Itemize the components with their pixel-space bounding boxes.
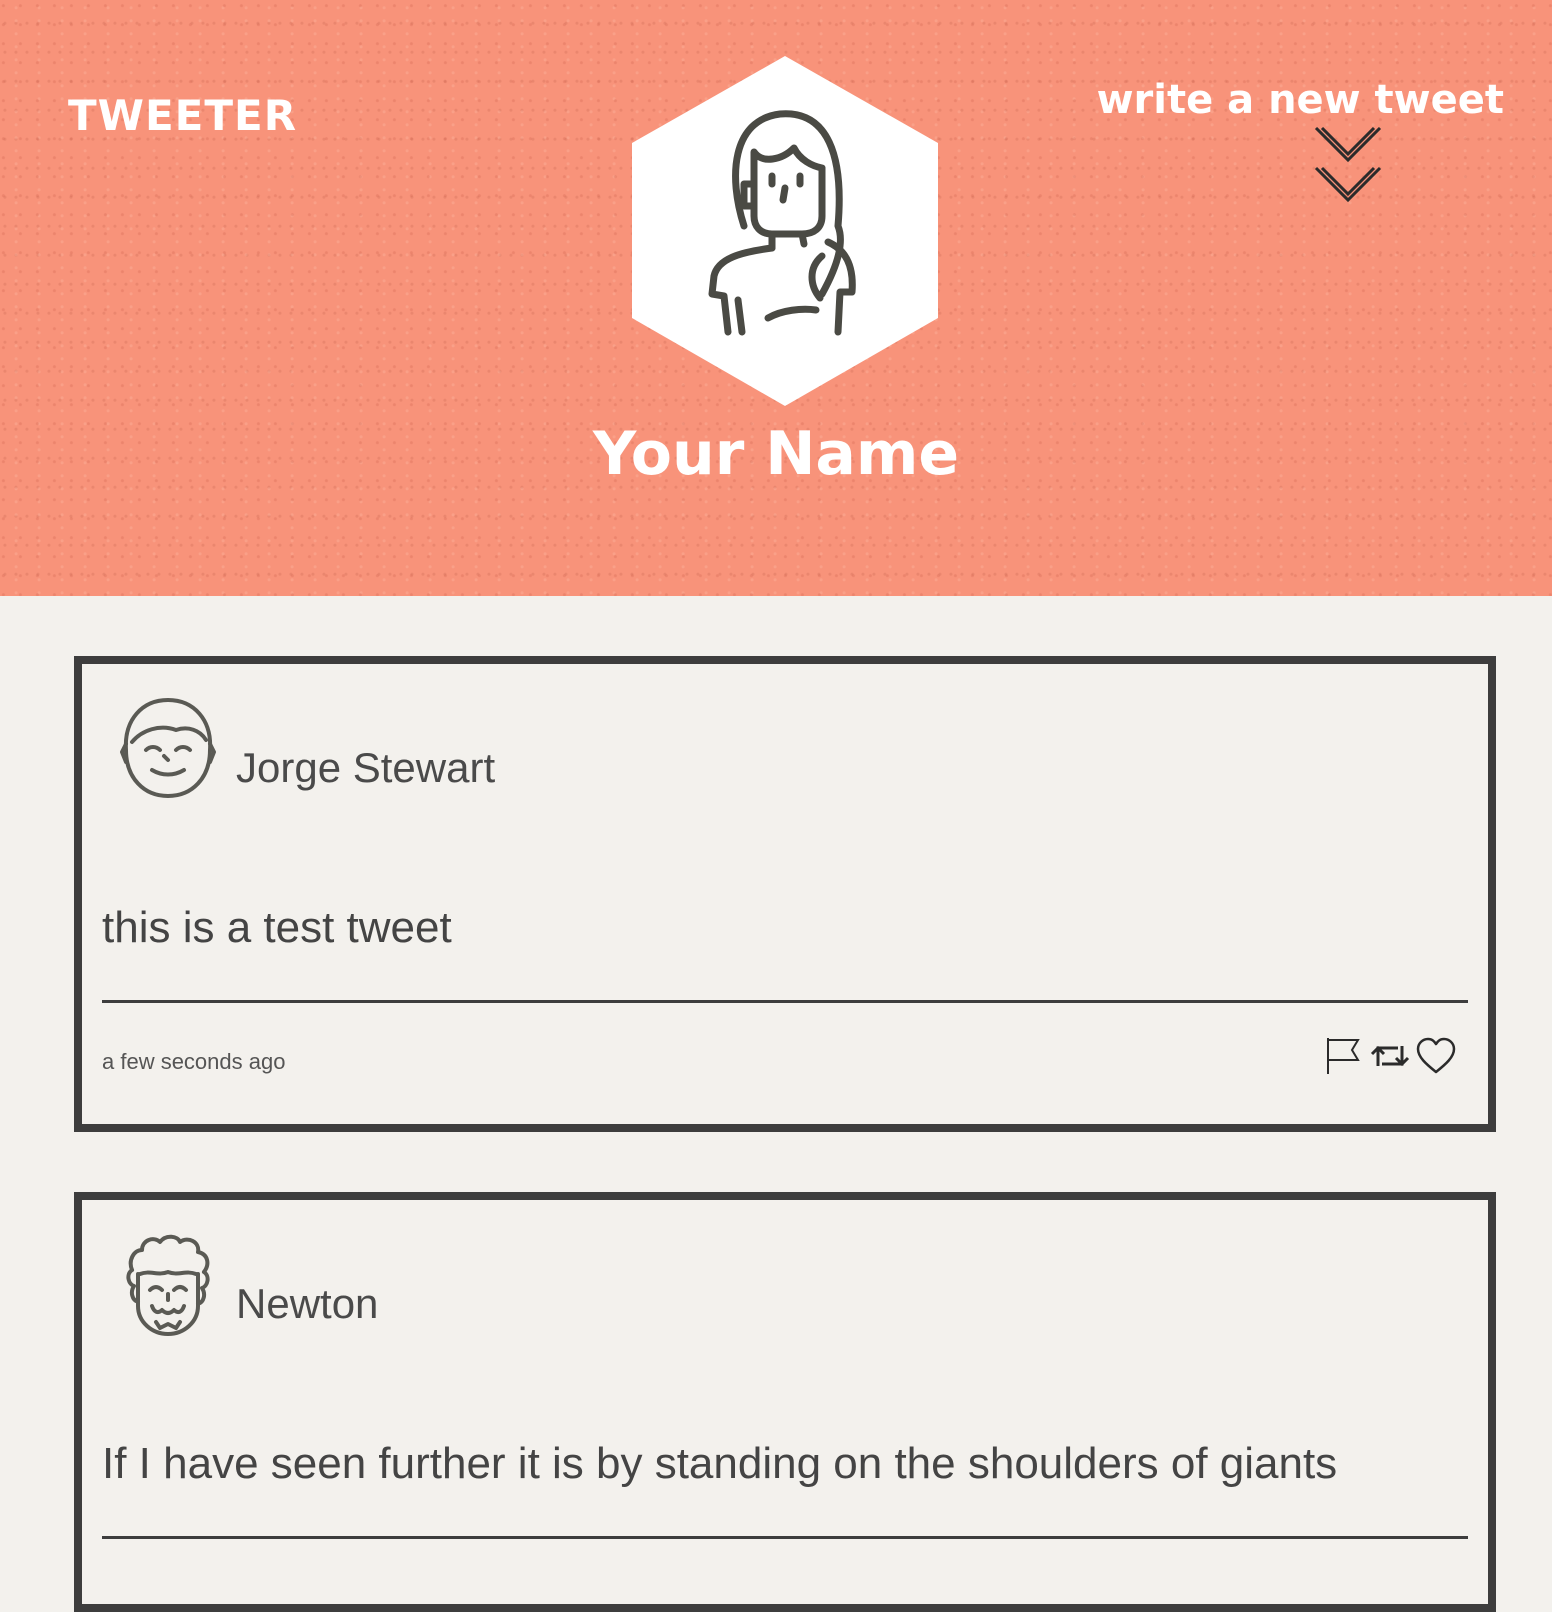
profile-header: TWEETER write a new tweet Your Name (0, 0, 1552, 596)
tweet-text: If I have seen further it is by standing… (102, 1439, 1338, 1488)
tweet-author[interactable]: Jorge Stewart (236, 742, 495, 794)
compose-toggle[interactable]: write a new tweet (1084, 74, 1504, 203)
smiling-man-avatar-icon (120, 698, 216, 798)
tweet-text: this is a test tweet (102, 903, 452, 952)
profile-name: Your Name (592, 419, 960, 489)
profile-avatar (632, 56, 938, 406)
tweet-timestamp: a few seconds ago (102, 1049, 286, 1074)
retweet-icon[interactable] (1370, 1036, 1410, 1076)
app-logo[interactable]: TWEETER (68, 92, 297, 140)
tweet-author[interactable]: Newton (236, 1278, 378, 1330)
double-chevron-down-icon[interactable] (1312, 124, 1384, 206)
flag-icon[interactable] (1324, 1036, 1364, 1076)
heart-icon[interactable] (1416, 1036, 1456, 1076)
tweet-actions (1324, 1036, 1456, 1076)
tweet-divider (102, 1536, 1468, 1539)
compose-label[interactable]: write a new tweet (1084, 74, 1504, 126)
curly-hair-man-avatar-icon (126, 1234, 210, 1336)
tweet-card: Newton If I have seen further it is by s… (74, 1192, 1496, 1612)
tweet-card: Jorge Stewart this is a test tweet a few… (74, 656, 1496, 1132)
tweet-divider (102, 1000, 1468, 1003)
